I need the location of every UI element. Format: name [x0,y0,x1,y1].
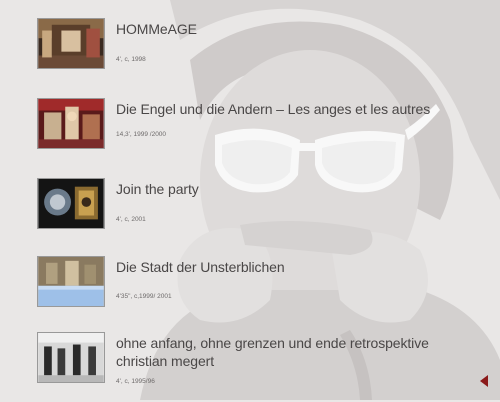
works-list: HOMMeAGE 4', c, 1998 Die Engel und die A… [0,0,500,400]
back-arrow-icon[interactable] [479,374,489,388]
work-item-hommeage[interactable]: HOMMeAGE 4', c, 1998 [37,18,477,88]
work-item-ohne-anfang[interactable]: ohne anfang, ohne grenzen und ende retro… [37,332,477,402]
work-item-join-the-party[interactable]: Join the party 4', c, 2001 [37,178,477,248]
work-item-stadt[interactable]: Die Stadt der Unsterblichen 4'35", c,199… [37,256,477,326]
work-meta: 4', c, 1998 [116,56,146,63]
join-the-party-thumbnail-icon[interactable] [37,178,105,229]
work-meta: 4'35", c,1999/ 2001 [116,293,172,300]
hommeage-thumbnail-icon[interactable] [37,18,105,69]
work-item-engel[interactable]: Die Engel und die Andern – Les anges et … [37,98,477,168]
work-meta: 4', c, 2001 [116,216,146,223]
work-meta: 4', c, 1995/96 [116,378,155,385]
work-meta: 14,3', 1999 /2000 [116,131,167,138]
work-title[interactable]: Die Stadt der Unsterblichen [116,258,285,276]
work-title[interactable]: Die Engel und die Andern – Les anges et … [116,100,430,118]
work-title[interactable]: HOMMeAGE [116,20,197,38]
work-title[interactable]: Join the party [116,180,199,198]
work-title[interactable]: ohne anfang, ohne grenzen und ende retro… [116,334,436,370]
stadt-thumbnail-icon[interactable] [37,256,105,307]
engel-thumbnail-icon[interactable] [37,98,105,149]
ohne-anfang-thumbnail-icon[interactable] [37,332,105,383]
